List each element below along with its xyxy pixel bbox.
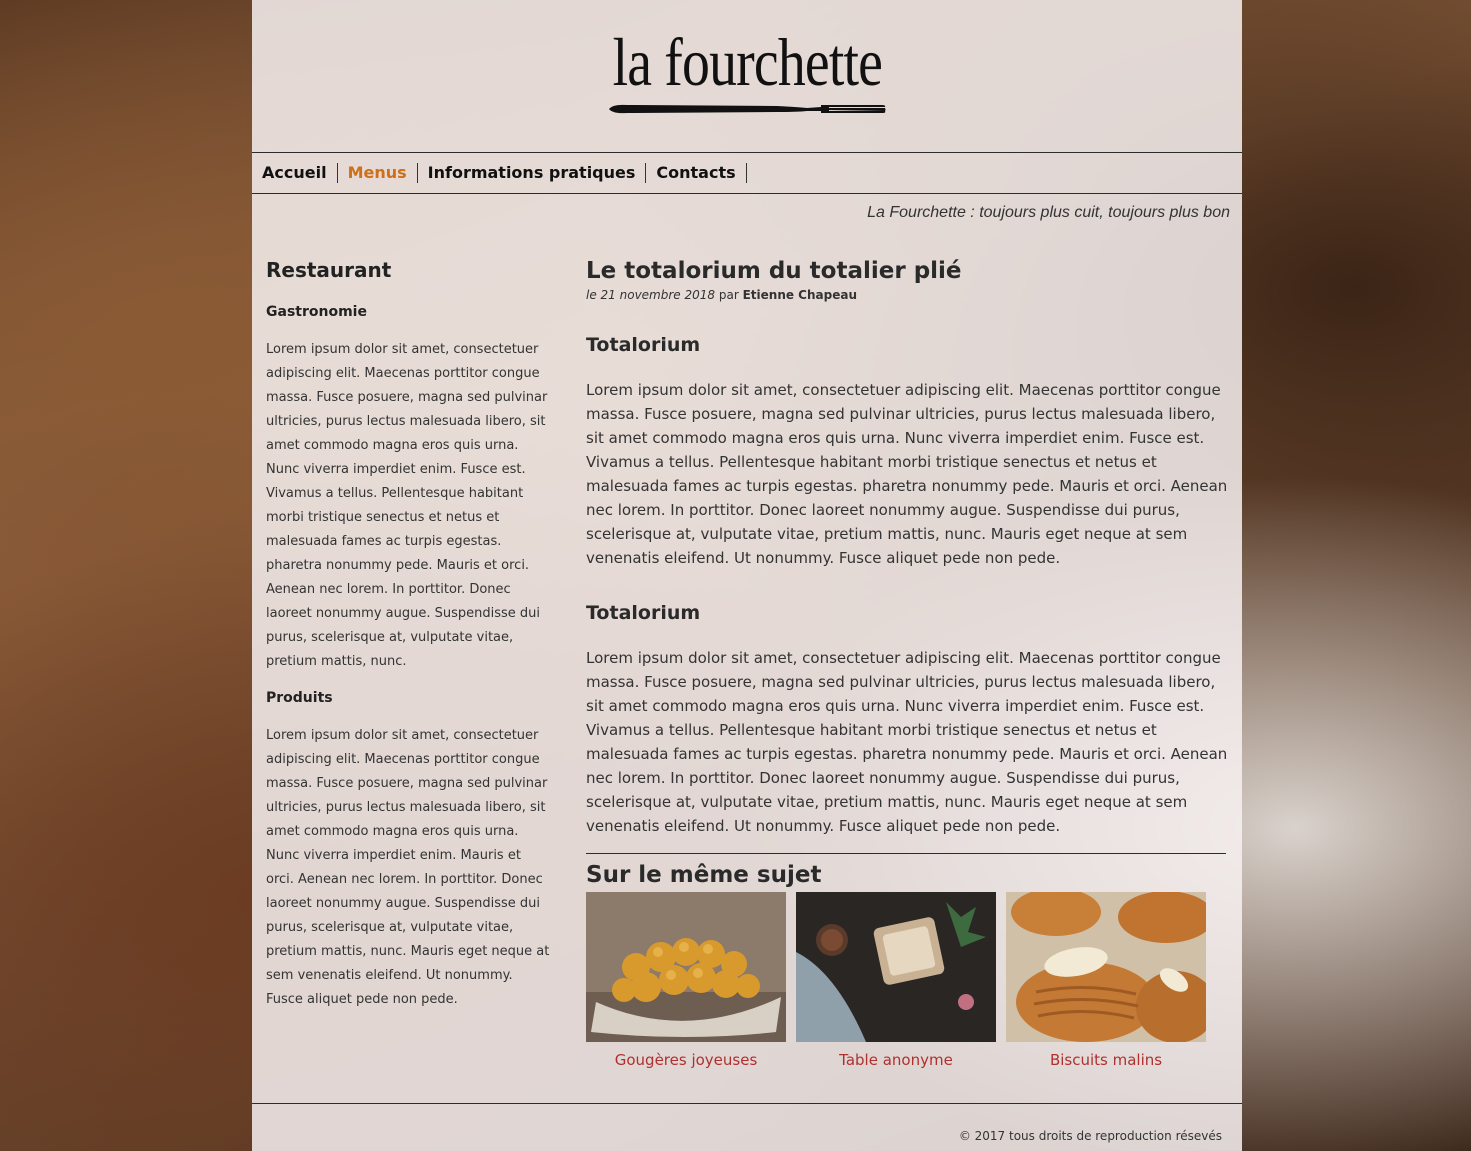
biscuits-image[interactable] <box>1006 892 1206 1042</box>
sidebar: Restaurant Gastronomie Lorem ipsum dolor… <box>266 258 551 1028</box>
related-card-table[interactable]: Table anonyme <box>796 892 996 1069</box>
sidebar-text-gastronomie: Lorem ipsum dolor sit amet, consectetuer… <box>266 342 548 669</box>
page-container: la fourchette Accueil Menus Informations… <box>252 0 1242 1151</box>
article-section-heading: Totalorium <box>586 334 701 356</box>
related-card-gougeres[interactable]: Gougères joyeuses <box>586 892 786 1069</box>
table-image[interactable] <box>796 892 996 1042</box>
site-logo[interactable]: la fourchette <box>252 28 1242 96</box>
nav-item-menus[interactable]: Menus <box>338 163 418 183</box>
fork-icon <box>609 104 886 114</box>
nav-item-contacts[interactable]: Contacts <box>646 163 747 183</box>
article-section-text: Lorem ipsum dolor sit amet, consectetuer… <box>586 649 1228 835</box>
sidebar-heading-gastronomie: Gastronomie <box>266 304 367 320</box>
related-section: Sur le même sujet Gougères joyeuses Tabl… <box>586 853 1226 1069</box>
article-section-text: Lorem ipsum dolor sit amet, consectetuer… <box>586 381 1228 567</box>
article-author: Etienne Chapeau <box>742 288 857 302</box>
nav-item-informations[interactable]: Informations pratiques <box>418 163 647 183</box>
byline-par: par <box>718 288 739 302</box>
sidebar-text-produits: Lorem ipsum dolor sit amet, consectetuer… <box>266 728 550 1007</box>
related-card-biscuits[interactable]: Biscuits malins <box>1006 892 1206 1069</box>
nav-item-accueil[interactable]: Accueil <box>252 163 338 183</box>
article-byline: le 21 novembre 2018 par Etienne Chapeau <box>586 288 1228 302</box>
article-section-heading: Totalorium <box>586 602 701 624</box>
related-caption[interactable]: Table anonyme <box>796 1051 996 1069</box>
main-nav: Accueil Menus Informations pratiques Con… <box>252 152 1242 194</box>
sidebar-heading-produits: Produits <box>266 690 333 706</box>
article-date: le 21 novembre 2018 <box>586 288 716 302</box>
related-cards: Gougères joyeuses Table anonyme Biscuits… <box>586 892 1226 1069</box>
footer: © 2017 tous droits de reproduction résev… <box>252 1103 1242 1143</box>
article: Le totalorium du totalier plié le 21 nov… <box>586 257 1228 838</box>
gougeres-image[interactable] <box>586 892 786 1042</box>
article-title: Le totalorium du totalier plié <box>586 258 962 284</box>
related-caption[interactable]: Biscuits malins <box>1006 1051 1206 1069</box>
related-title: Sur le même sujet <box>586 862 822 888</box>
sidebar-title: Restaurant <box>266 258 392 282</box>
logo-text: la fourchette <box>612 24 882 100</box>
related-caption[interactable]: Gougères joyeuses <box>586 1051 786 1069</box>
site-tagline: La Fourchette : toujours plus cuit, touj… <box>867 204 1230 221</box>
copyright-text: © 2017 tous droits de reproduction résev… <box>958 1129 1222 1143</box>
